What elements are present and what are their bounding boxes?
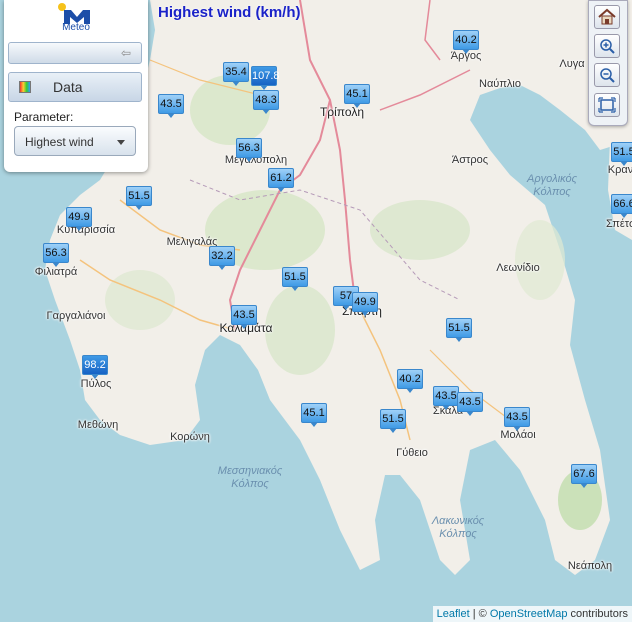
chevron-down-icon [117, 140, 125, 145]
station-marker[interactable]: 32.2 [209, 246, 235, 270]
station-marker[interactable]: 51.5 [380, 409, 406, 433]
station-marker[interactable]: 51.5 [126, 186, 152, 210]
station-marker[interactable]: 43.5 [504, 407, 530, 431]
home-icon [598, 8, 616, 25]
sea-label: Αργολικός Κόλπος [527, 173, 577, 198]
place-label: Σπέτσες [606, 218, 632, 230]
map-controls [588, 0, 628, 126]
station-marker[interactable]: 43.5 [433, 386, 459, 410]
station-marker[interactable]: 49.9 [352, 292, 378, 316]
sea-label: Λακωνικός Κόλπος [431, 515, 485, 540]
attribution-separator: | © [469, 608, 490, 620]
place-label: Μεθώνη [77, 419, 119, 431]
zoom-out-button[interactable] [594, 63, 620, 87]
station-marker[interactable]: 48.3 [253, 90, 279, 114]
place-label: Ναύπλιο [479, 78, 521, 90]
station-marker[interactable]: 67.6 [571, 464, 597, 488]
station-marker[interactable]: 35.4 [223, 62, 249, 86]
station-marker[interactable]: 40.2 [453, 30, 479, 54]
station-marker[interactable]: 40.2 [397, 369, 423, 393]
station-marker[interactable]: 107.8 [251, 66, 280, 90]
logo-text: Meteo [62, 22, 90, 33]
zoom-in-icon [600, 39, 615, 54]
station-marker[interactable]: 43.5 [457, 392, 483, 416]
color-scale-icon [19, 81, 31, 93]
place-label: Νεάπολη [567, 560, 613, 572]
parameter-label: Parameter: [14, 110, 74, 124]
collapse-panel-button[interactable]: ⇦ [8, 42, 142, 64]
arrow-left-icon: ⇦ [120, 46, 131, 60]
place-label: Γύθειο [396, 447, 428, 459]
station-marker[interactable]: 61.2 [268, 168, 294, 192]
place-label: Άστρος [451, 154, 489, 166]
place-label: Γαργαλιάνοι [46, 310, 106, 322]
data-tab[interactable]: Data [8, 72, 142, 102]
station-marker[interactable]: 45.1 [344, 84, 370, 108]
station-marker[interactable]: 45.1 [301, 403, 327, 427]
fullscreen-button[interactable] [594, 93, 620, 117]
place-label: Κορώνη [170, 431, 210, 443]
map-title: Highest wind (km/h) [158, 4, 301, 21]
station-marker[interactable]: 51.5 [611, 142, 632, 166]
place-label: Φιλιατρά [34, 266, 78, 278]
station-marker[interactable]: 49.9 [66, 207, 92, 231]
station-marker[interactable]: 56.3 [43, 243, 69, 267]
attribution: Leaflet | © OpenStreetMap contributors [432, 606, 632, 622]
home-button[interactable] [594, 5, 620, 29]
station-marker[interactable]: 51.5 [446, 318, 472, 342]
data-tab-label: Data [53, 79, 83, 95]
fullscreen-icon [598, 97, 616, 113]
attribution-suffix: contributors [567, 608, 628, 620]
zoom-in-button[interactable] [594, 34, 620, 58]
station-marker[interactable]: 51.5 [282, 267, 308, 291]
place-label: Λυγα [559, 58, 585, 70]
zoom-out-icon [600, 68, 615, 83]
station-marker[interactable]: 43.5 [231, 305, 257, 329]
osm-link[interactable]: OpenStreetMap [490, 608, 568, 620]
side-panel: Meteo ⇦ Data Parameter: Highest wind [4, 0, 148, 172]
parameter-value: Highest wind [25, 135, 94, 149]
station-marker[interactable]: 98.2 [82, 355, 108, 379]
parameter-select[interactable]: Highest wind [14, 126, 136, 156]
station-marker[interactable]: 56.3 [236, 138, 262, 162]
station-marker[interactable]: 66.6 [611, 194, 632, 218]
place-label: Λεωνίδιο [496, 262, 540, 274]
leaflet-link[interactable]: Leaflet [437, 608, 470, 620]
station-marker[interactable]: 43.5 [158, 94, 184, 118]
sea-label: Μεσσηνιακός Κόλπος [217, 465, 283, 490]
place-label: Πύλος [80, 378, 112, 390]
